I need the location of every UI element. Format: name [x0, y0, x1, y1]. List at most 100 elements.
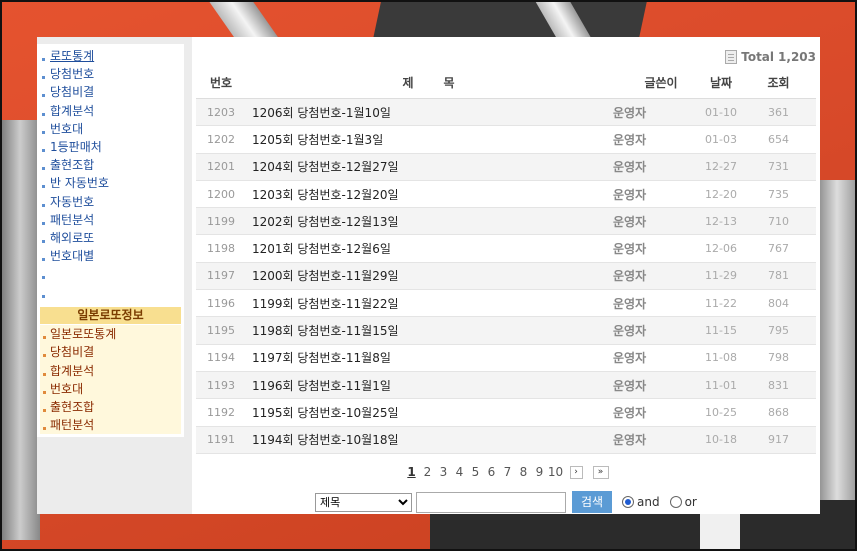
row-title-link[interactable]: 1198회 당첨번호-11월15일 [246, 322, 601, 339]
sidebar-item[interactable]: 패턴분석 [37, 211, 184, 229]
page-link[interactable]: 8 [516, 465, 532, 479]
row-views: 798 [768, 351, 789, 365]
search-button[interactable]: 검색 [572, 491, 612, 513]
radio-and-dot[interactable] [622, 496, 634, 508]
row-title-link[interactable]: 1203회 당첨번호-12월20일 [246, 186, 601, 203]
row-writer: 운영자 [613, 105, 647, 120]
header-writer: 글쓴이 [644, 76, 678, 90]
bullet-icon [42, 239, 45, 243]
row-writer: 운영자 [613, 351, 647, 366]
page-link[interactable]: 2 [420, 465, 436, 479]
table-row: 1193 1196회 당첨번호-11월1일 운영자 11-01 831 [196, 371, 816, 400]
table-row: 1192 1195회 당첨번호-10월25일 운영자 10-25 868 [196, 399, 816, 427]
sidebar-item[interactable]: 번호대별 [37, 247, 184, 265]
sidebar-item[interactable]: 자동번호 [37, 193, 184, 211]
jp-sidebar-item-label: 패턴분석 [50, 418, 95, 433]
sidebar-item[interactable]: 해외로또 [37, 229, 184, 247]
row-views: 804 [768, 296, 789, 310]
bullet-icon [42, 185, 45, 189]
sidebar-item[interactable]: 1등판매처 [37, 138, 184, 156]
row-writer: 운영자 [613, 296, 647, 311]
jp-sidebar-item[interactable]: 합계분석 [40, 361, 181, 380]
bullet-icon [42, 76, 45, 80]
pagination: 1 2 3 4 5 6 7 8 9 10 › » [192, 465, 820, 479]
sidebar-item-label: 반 자동번호 [50, 176, 110, 191]
jp-sidebar-item[interactable]: 출현조합 [40, 398, 181, 417]
sidebar-empty-item[interactable] [37, 284, 184, 303]
jp-sidebar-item[interactable]: 패턴분석 [40, 416, 181, 435]
radio-or-dot[interactable] [669, 496, 682, 508]
page-link[interactable]: 10 [548, 465, 564, 479]
row-date: 12-06 [705, 242, 737, 256]
bullet-icon [43, 372, 46, 376]
bullet-icon [43, 427, 46, 431]
row-writer: 운영자 [613, 242, 647, 257]
row-date: 11-22 [705, 296, 737, 310]
search-input[interactable] [416, 491, 566, 513]
sidebar-item[interactable]: 번호대 [37, 120, 184, 138]
page-link[interactable]: 4 [452, 465, 468, 479]
row-title-link[interactable]: 1205회 당첨번호-1월3일 [246, 131, 601, 148]
jp-sidebar-item-label: 출현조합 [50, 400, 95, 414]
search-field-select[interactable]: 제목 [315, 492, 412, 512]
row-date: 01-10 [705, 105, 737, 119]
bullet-icon [42, 203, 45, 207]
jp-sidebar-item[interactable]: 번호대 [40, 379, 181, 398]
row-num: 1203 [207, 105, 235, 119]
row-views: 731 [768, 160, 789, 174]
bullet-icon [42, 221, 45, 225]
jp-sidebar-menu: 일본로또통계 당첨비결 합계분석 번호대출현조합패턴분석 [40, 325, 181, 435]
table-row: 1196 1199회 당첨번호-11월22일 운영자 11-22 804 [196, 290, 816, 318]
row-title-link[interactable]: 1197회 당첨번호-11월8일 [246, 349, 601, 366]
jp-sidebar-item[interactable]: 일본로또통계 [40, 325, 181, 344]
page-link[interactable]: 7 [500, 465, 516, 479]
sidebar-item[interactable]: 합계분석 [37, 102, 184, 120]
row-title-link[interactable]: 1200회 당첨번호-11월29일 [246, 267, 601, 284]
sidebar-item-label: 패턴분석 [50, 212, 95, 227]
last-page-button[interactable]: » [592, 465, 609, 479]
jp-sidebar-item[interactable]: 당첨비결 [40, 343, 181, 362]
row-title-link[interactable]: 1201회 당첨번호-12월6일 [246, 240, 601, 257]
sidebar-item[interactable]: 당첨비결 [37, 83, 184, 101]
row-title-link[interactable]: 1194회 당첨번호-10월18일 [246, 431, 601, 448]
bullet-icon [42, 130, 45, 134]
sidebar-item[interactable]: 반 자동번호 [37, 174, 184, 192]
row-title-link[interactable]: 1196회 당첨번호-11월1일 [246, 377, 601, 394]
sidebar-item[interactable]: 당첨번호 [37, 65, 184, 83]
row-date: 11-29 [705, 269, 737, 283]
row-num: 1201 [207, 160, 235, 174]
radio-or[interactable]: or [669, 495, 697, 509]
sidebar-item-label: 자동번호 [50, 194, 95, 209]
board-content: Total 1,203 번호 제목 글쓴이 날짜 조회 1203 1206회 당첨… [192, 37, 820, 514]
row-title-link[interactable]: 1195회 당첨번호-10월25일 [246, 404, 601, 421]
row-views: 361 [768, 105, 789, 119]
total-number: 1,203 [778, 50, 816, 64]
row-num: 1195 [207, 324, 235, 338]
next-page-button[interactable]: › [569, 465, 583, 479]
page-link[interactable]: 5 [468, 465, 484, 479]
row-writer: 운영자 [613, 324, 647, 339]
table-row: 1198 1201회 당첨번호-12월6일 운영자 12-06 767 [196, 235, 816, 263]
row-title-link[interactable]: 1202회 당첨번호-12월13일 [246, 213, 601, 230]
total-label: Total [741, 50, 775, 64]
row-num: 1197 [207, 269, 235, 283]
row-num: 1191 [207, 433, 235, 447]
sidebar-menu: 로또통계 당첨번호 당첨비결 합계분석 번호대 1등판매처 출현조합반 자동번호자동번호패턴… [37, 44, 184, 303]
row-title-link[interactable]: 1206회 당첨번호-1월10일 [246, 104, 601, 121]
main-panel: 로또통계 당첨번호 당첨비결 합계분석 번호대 1등판매처 출현조합 반 자동번호 자동번호 패턴… [37, 37, 820, 514]
sidebar-item[interactable]: 출현조합 [37, 156, 184, 174]
bullet-icon [42, 167, 45, 171]
page-link[interactable]: 1 [404, 465, 420, 479]
sidebar-item[interactable]: 로또통계 [37, 47, 184, 65]
bullet-icon [42, 276, 45, 280]
page-link[interactable]: 9 [532, 465, 548, 479]
row-title-link[interactable]: 1199회 당첨번호-11월22일 [246, 295, 601, 312]
jp-sidebar-item-label: 합계분석 [50, 363, 95, 378]
radio-and[interactable]: and [622, 495, 660, 509]
radio-and-label: and [637, 495, 660, 509]
page-link[interactable]: 6 [484, 465, 500, 479]
page-link[interactable]: 3 [436, 465, 452, 479]
sidebar-empty-item[interactable] [37, 265, 184, 284]
row-title-link[interactable]: 1204회 당첨번호-12월27일 [246, 158, 601, 175]
bullet-icon [43, 409, 46, 412]
